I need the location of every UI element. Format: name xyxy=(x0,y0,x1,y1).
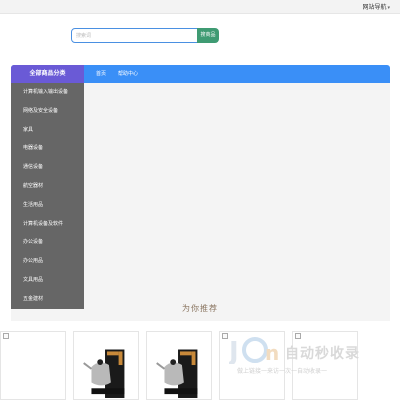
nav-help-center[interactable]: 帮助中心 xyxy=(118,65,138,83)
search-bar: 搜商品 xyxy=(71,28,219,43)
product-card[interactable] xyxy=(0,331,66,400)
top-bar: 网站导航▾ xyxy=(0,0,400,14)
sidebar-item-aviation[interactable]: 航空器材 xyxy=(11,177,84,196)
broken-image-icon xyxy=(3,333,9,339)
broken-image-icon xyxy=(222,333,228,339)
sidebar-item-computer-software[interactable]: 计算机设备及软件 xyxy=(11,215,84,234)
kettle-image xyxy=(147,332,211,399)
sidebar-item-stationery[interactable]: 文具用品 xyxy=(11,271,84,290)
watermark-subtitle: 做上链接一来访一次一自动收录一 xyxy=(237,368,328,375)
chevron-down-icon: ▾ xyxy=(387,5,390,11)
watermark-logo-icon: J n xyxy=(229,337,279,364)
product-card[interactable] xyxy=(73,331,139,400)
sidebar-item-furniture[interactable]: 家具 xyxy=(11,121,84,140)
watermark-brand: 自动秒收录 xyxy=(285,346,360,362)
recommend-title: 为你推荐 xyxy=(182,304,218,313)
sidebar-item-io-devices[interactable]: 计算机输入输出设备 xyxy=(11,83,84,102)
nav-links: 首页 帮助中心 xyxy=(96,65,150,83)
search-input[interactable] xyxy=(71,28,198,43)
sidebar-item-daily-goods[interactable]: 生活用品 xyxy=(11,196,84,215)
product-card[interactable] xyxy=(146,331,212,400)
category-sidebar: 计算机输入输出设备 网络及安全设备 家具 电器设备 通信设备 航空器材 生活用品… xyxy=(11,83,84,309)
main-nav: 全部商品分类 首页 帮助中心 xyxy=(11,65,390,83)
all-categories-title[interactable]: 全部商品分类 xyxy=(11,65,84,83)
svg-text:J: J xyxy=(229,337,239,364)
sidebar-item-network-security[interactable]: 网络及安全设备 xyxy=(11,102,84,121)
site-nav-label: 网站导航 xyxy=(362,4,387,11)
site-nav-link[interactable]: 网站导航▾ xyxy=(362,2,390,11)
nav-home[interactable]: 首页 xyxy=(96,65,106,83)
sidebar-item-communication[interactable]: 通信设备 xyxy=(11,158,84,177)
sidebar-item-office-equipment[interactable]: 办公设备 xyxy=(11,233,84,252)
sidebar-item-office-supplies[interactable]: 办公用品 xyxy=(11,252,84,271)
watermark: J n 自动秒收录 做上链接一来访一次一自动收录一 xyxy=(229,334,389,384)
search-button[interactable]: 搜商品 xyxy=(197,28,219,43)
kettle-image xyxy=(74,332,138,399)
sidebar-item-electrical[interactable]: 电器设备 xyxy=(11,139,84,158)
svg-text:n: n xyxy=(265,341,279,364)
